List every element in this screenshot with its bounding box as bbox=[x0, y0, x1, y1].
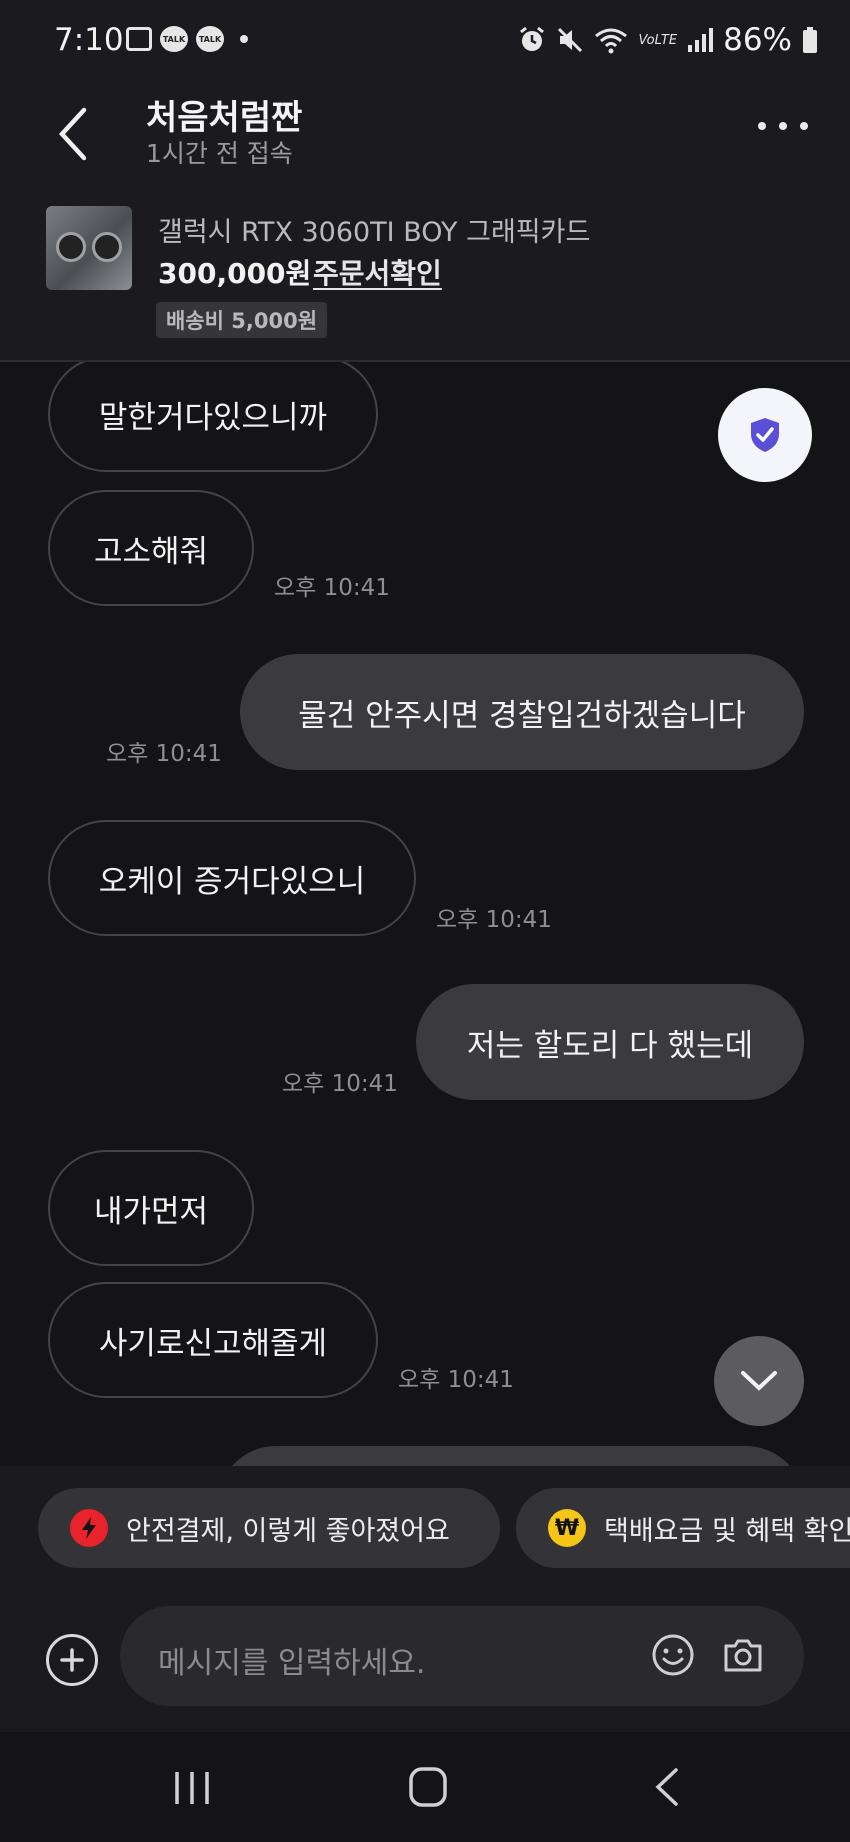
plus-icon bbox=[60, 1648, 84, 1672]
outgoing-message[interactable]: 물건 안주시면 경찰입건하겠습니다 bbox=[240, 654, 804, 770]
recent-apps-button[interactable] bbox=[172, 1768, 212, 1812]
chat-partner-name: 처음처럼짠 bbox=[146, 98, 303, 138]
status-time: 7:10 bbox=[54, 22, 124, 58]
last-seen-status: 1시간 전 접속 bbox=[146, 139, 293, 168]
message-time: 오후 10:41 bbox=[282, 1071, 398, 1097]
lightning-icon bbox=[70, 1509, 108, 1547]
product-price: 300,000원 bbox=[158, 257, 312, 290]
notification-icons: TALK TALK bbox=[126, 26, 248, 52]
alarm-icon bbox=[520, 26, 545, 51]
chip-label: 안전결제, 이렇게 좋아졌어요 bbox=[126, 1515, 450, 1547]
chat-header: 처음처럼짠 1시간 전 접속 bbox=[0, 84, 850, 192]
message-time: 오후 10:41 bbox=[398, 1367, 514, 1393]
product-thumbnail[interactable] bbox=[46, 206, 132, 290]
nav-back-button[interactable] bbox=[652, 1766, 682, 1812]
chip-shipping-rates[interactable]: ₩ 택배요금 및 혜택 확인 bbox=[516, 1488, 850, 1568]
recent-apps-icon bbox=[175, 1772, 209, 1804]
kakaotalk-icon: TALK bbox=[196, 26, 224, 52]
chevron-down-icon bbox=[741, 1371, 777, 1391]
system-navigation-bar bbox=[0, 1732, 850, 1842]
order-confirm-link[interactable]: 주문서확인 bbox=[313, 252, 442, 292]
camera-button[interactable] bbox=[720, 1632, 766, 1678]
volte-label: VoLTE bbox=[638, 32, 678, 48]
signal-icon bbox=[688, 28, 714, 52]
product-name: 갤럭시 RTX 3060TI BOY 그래픽카드 bbox=[158, 217, 591, 248]
home-icon bbox=[409, 1767, 447, 1807]
mute-icon bbox=[558, 27, 583, 53]
won-coin-icon: ₩ bbox=[548, 1509, 586, 1547]
nav-back-icon bbox=[655, 1768, 678, 1806]
attach-button[interactable] bbox=[46, 1634, 98, 1686]
scroll-to-bottom-button[interactable] bbox=[714, 1336, 804, 1426]
wifi-icon bbox=[595, 28, 628, 54]
incoming-message[interactable]: 말한거다있으니까 bbox=[48, 362, 378, 472]
more-dot-icon bbox=[758, 122, 766, 130]
incoming-message[interactable]: 고소해줘 bbox=[48, 490, 254, 606]
kakaotalk-icon: TALK bbox=[160, 26, 188, 52]
smiley-icon bbox=[652, 1634, 694, 1676]
incoming-message[interactable]: 내가먼저 bbox=[48, 1150, 254, 1266]
outgoing-message[interactable]: 저는 할도리 다 했는데 bbox=[416, 984, 804, 1100]
chat-screen: 7:10 TALK TALK VoLTE 86% 처음처럼짠 1시간 전 접속 … bbox=[0, 0, 850, 1842]
outgoing-message-partial[interactable] bbox=[218, 1446, 804, 1466]
back-button[interactable] bbox=[52, 102, 96, 166]
chevron-left-icon bbox=[58, 107, 87, 161]
more-dot-icon bbox=[800, 122, 808, 130]
emoji-button[interactable] bbox=[650, 1632, 696, 1678]
message-input-bar: 메시지를 입력하세요. bbox=[0, 1592, 850, 1732]
more-options-button[interactable] bbox=[758, 116, 808, 136]
message-time: 오후 10:41 bbox=[274, 575, 390, 601]
safe-trade-button[interactable] bbox=[718, 388, 812, 482]
status-bar: 7:10 TALK TALK VoLTE 86% bbox=[0, 0, 850, 84]
message-time: 오후 10:41 bbox=[106, 741, 222, 767]
shipping-fee-badge: 배송비 5,000원 bbox=[156, 302, 328, 338]
more-notifications-dot bbox=[240, 35, 248, 43]
message-input-placeholder: 메시지를 입력하세요. bbox=[158, 1646, 426, 1681]
gpu-fan-graphic bbox=[92, 232, 122, 262]
battery-percent: 86% bbox=[723, 22, 792, 58]
home-button[interactable] bbox=[408, 1766, 448, 1812]
quick-chips-bar: 안전결제, 이렇게 좋아졌어요 ₩ 택배요금 및 혜택 확인 bbox=[0, 1466, 850, 1592]
chip-safe-payment[interactable]: 안전결제, 이렇게 좋아졌어요 bbox=[38, 1488, 500, 1568]
message-list[interactable]: 말한거다있으니까 고소해줘 오후 10:41 물건 안주시면 경찰입건하겠습니다… bbox=[0, 362, 850, 1466]
incoming-message[interactable]: 오케이 증거다있으니 bbox=[48, 820, 416, 936]
system-status-icons: VoLTE 86% bbox=[518, 22, 818, 58]
incoming-message[interactable]: 사기로신고해줄게 bbox=[48, 1282, 378, 1398]
shield-check-icon bbox=[751, 418, 779, 452]
gallery-icon bbox=[126, 27, 152, 51]
message-time: 오후 10:41 bbox=[436, 907, 552, 933]
camera-icon bbox=[724, 1639, 762, 1672]
chip-label: 택배요금 및 혜택 확인 bbox=[604, 1515, 850, 1547]
product-card[interactable]: 갤럭시 RTX 3060TI BOY 그래픽카드 300,000원 주문서확인 … bbox=[0, 192, 850, 362]
battery-icon bbox=[803, 27, 817, 53]
gpu-fan-graphic bbox=[56, 232, 86, 262]
more-dot-icon bbox=[779, 122, 787, 130]
